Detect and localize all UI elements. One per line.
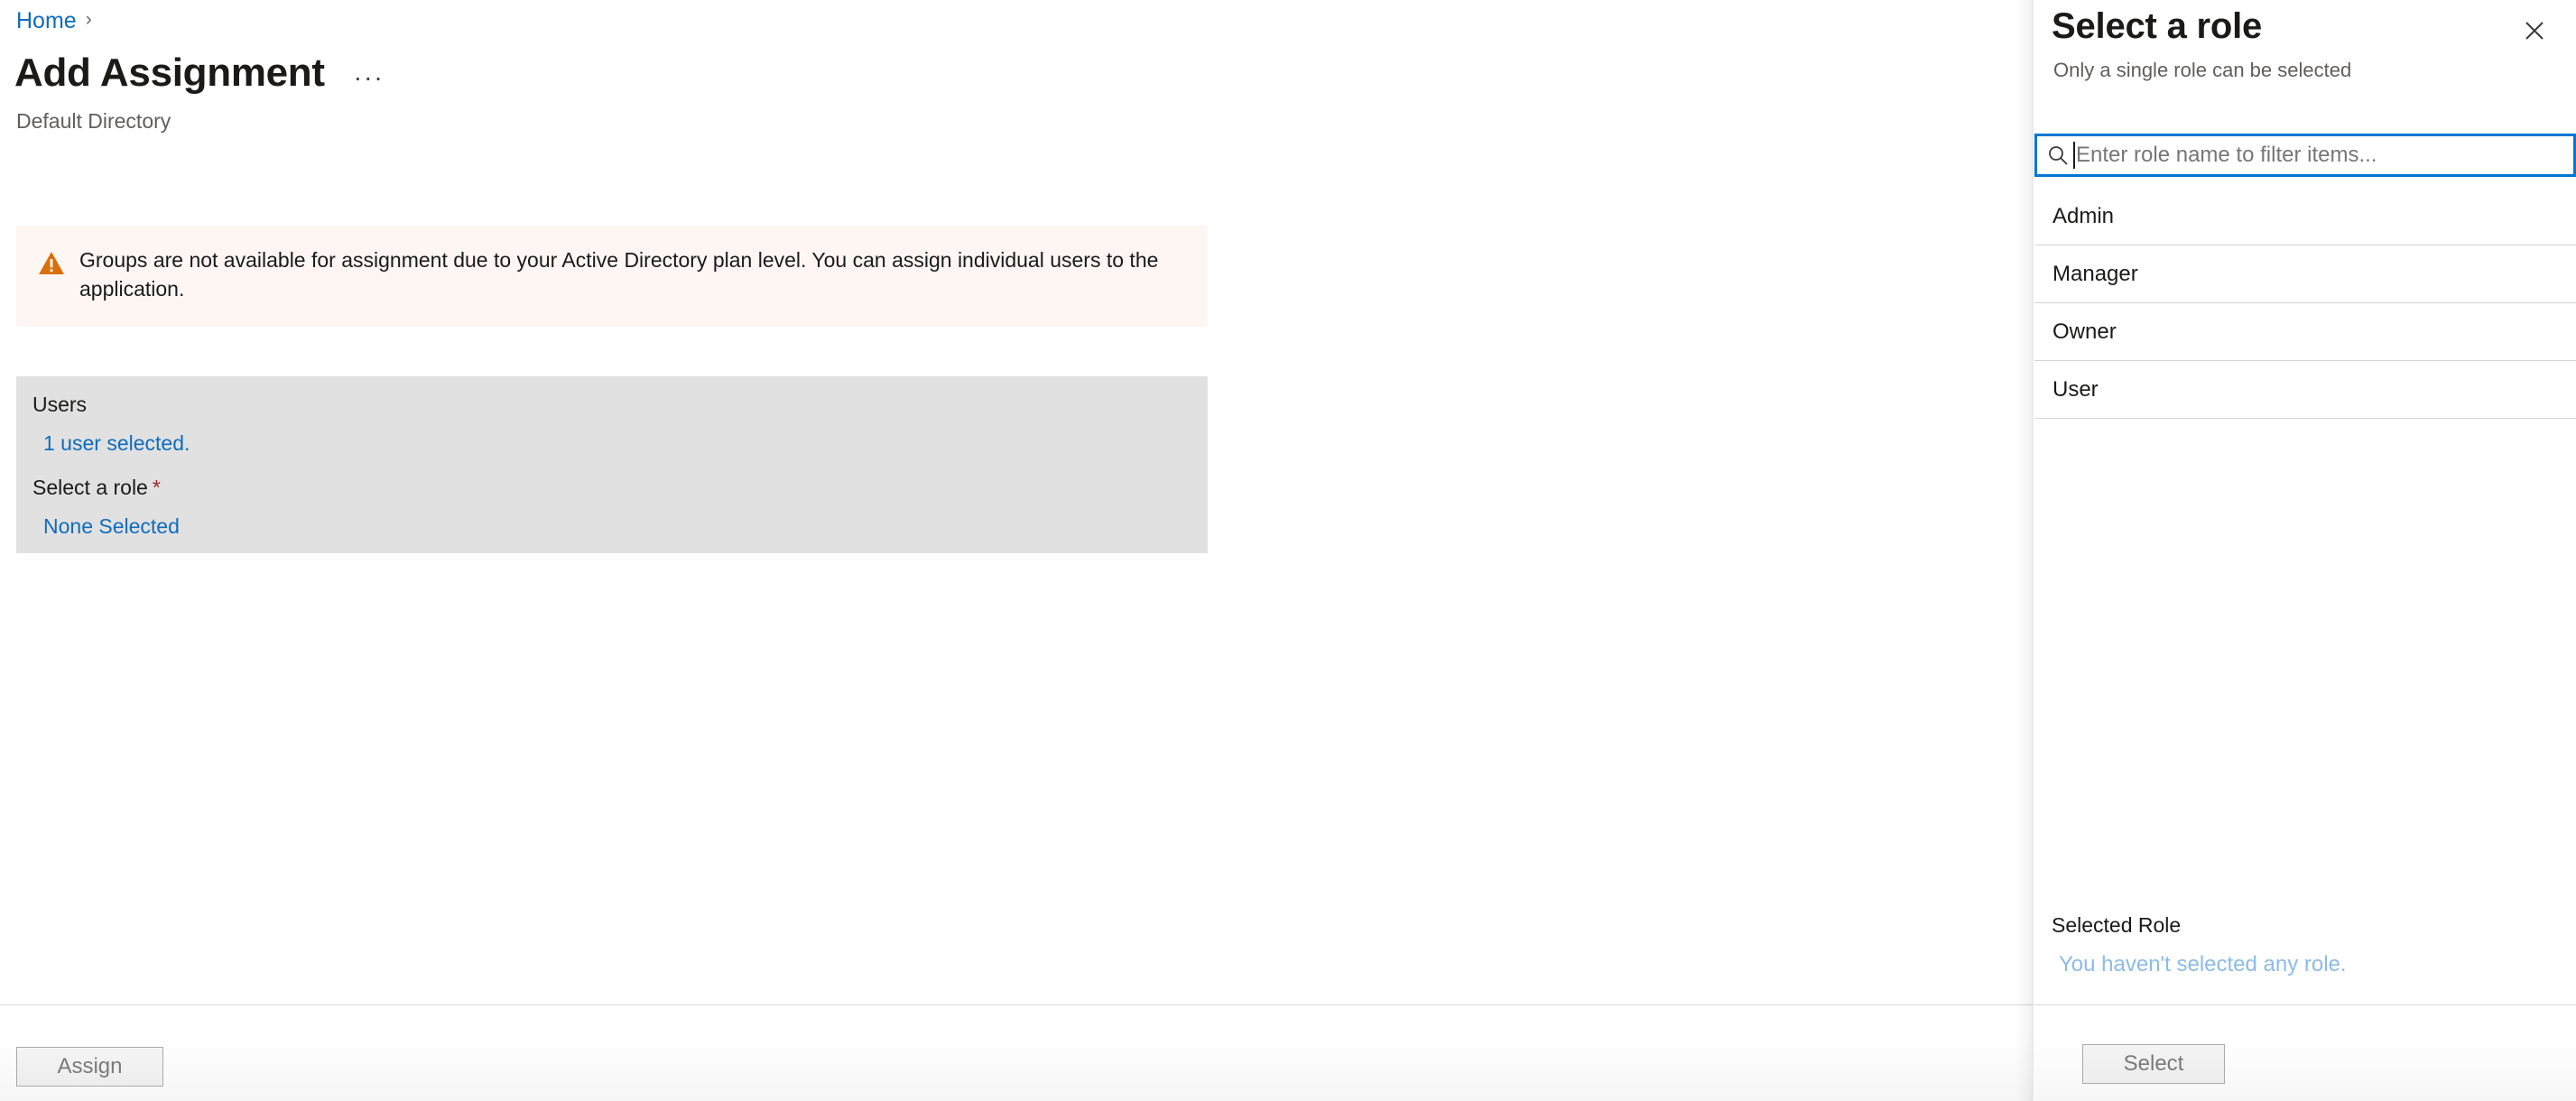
context-pane-shadow [2015,0,2033,1101]
select-role-field-label: Select a role * [32,474,1191,501]
select-button[interactable]: Select [2082,1044,2225,1084]
app-root: Home › Add Assignment ··· Default Direct… [0,0,2576,1101]
add-assignment-blade: Home › Add Assignment ··· Default Direct… [0,0,2033,1101]
role-label: User [2052,376,2099,402]
page-subtitle: Default Directory [16,109,171,133]
breadcrumb-item-home[interactable]: Home [16,7,77,34]
role-label: Admin [2052,204,2115,228]
required-asterisk: * [152,476,161,499]
select-role-label-text: Select a role [32,476,148,499]
text-cursor [2073,142,2075,169]
role-list-item-user[interactable]: User [2034,361,2576,419]
page-title: Add Assignment [14,51,325,95]
role-label: Manager [2052,261,2138,286]
users-field-label: Users [32,393,88,416]
role-list-item-admin[interactable]: Admin [2034,188,2576,245]
warning-triangle-icon [38,249,65,276]
selected-role-link[interactable]: None Selected [43,513,180,540]
selected-role-heading: Selected Role [2052,913,2182,937]
users-selected-link[interactable]: 1 user selected. [43,430,190,457]
page-title-row: Add Assignment ··· [14,51,390,96]
warning-message: Groups are not available for assignment … [79,248,1159,301]
role-list-item-owner[interactable]: Owner [2034,303,2576,361]
selected-role-empty-text: You haven't selected any role. [2059,952,2347,976]
search-icon [2046,143,2070,167]
pane-subtitle: Only a single role can be selected [2053,59,2352,81]
selected-role-section: Selected Role You haven't selected any r… [2034,911,2576,978]
main-footer [0,1005,2033,1101]
select-a-role-pane: Select a role Only a single role can be … [2033,0,2576,1101]
assignment-form-card: Users 1 user selected. Select a role * No… [16,376,1208,553]
assign-button[interactable]: Assign [16,1047,163,1087]
breadcrumb: Home › [16,7,92,34]
pane-header: Select a role Only a single role can be … [2034,0,2576,108]
role-list-item-manager[interactable]: Manager [2034,245,2576,303]
role-label: Owner [2052,319,2117,344]
warning-banner: Groups are not available for assignment … [16,226,1208,327]
close-icon[interactable] [2518,14,2551,47]
role-search-box[interactable] [2034,134,2576,177]
pane-title: Select a role [2052,6,2263,46]
role-list: Admin Manager Owner User [2034,188,2576,419]
chevron-right-icon: › [85,9,92,30]
more-options-icon[interactable]: ··· [348,61,390,94]
role-search-input[interactable] [2076,139,2566,171]
